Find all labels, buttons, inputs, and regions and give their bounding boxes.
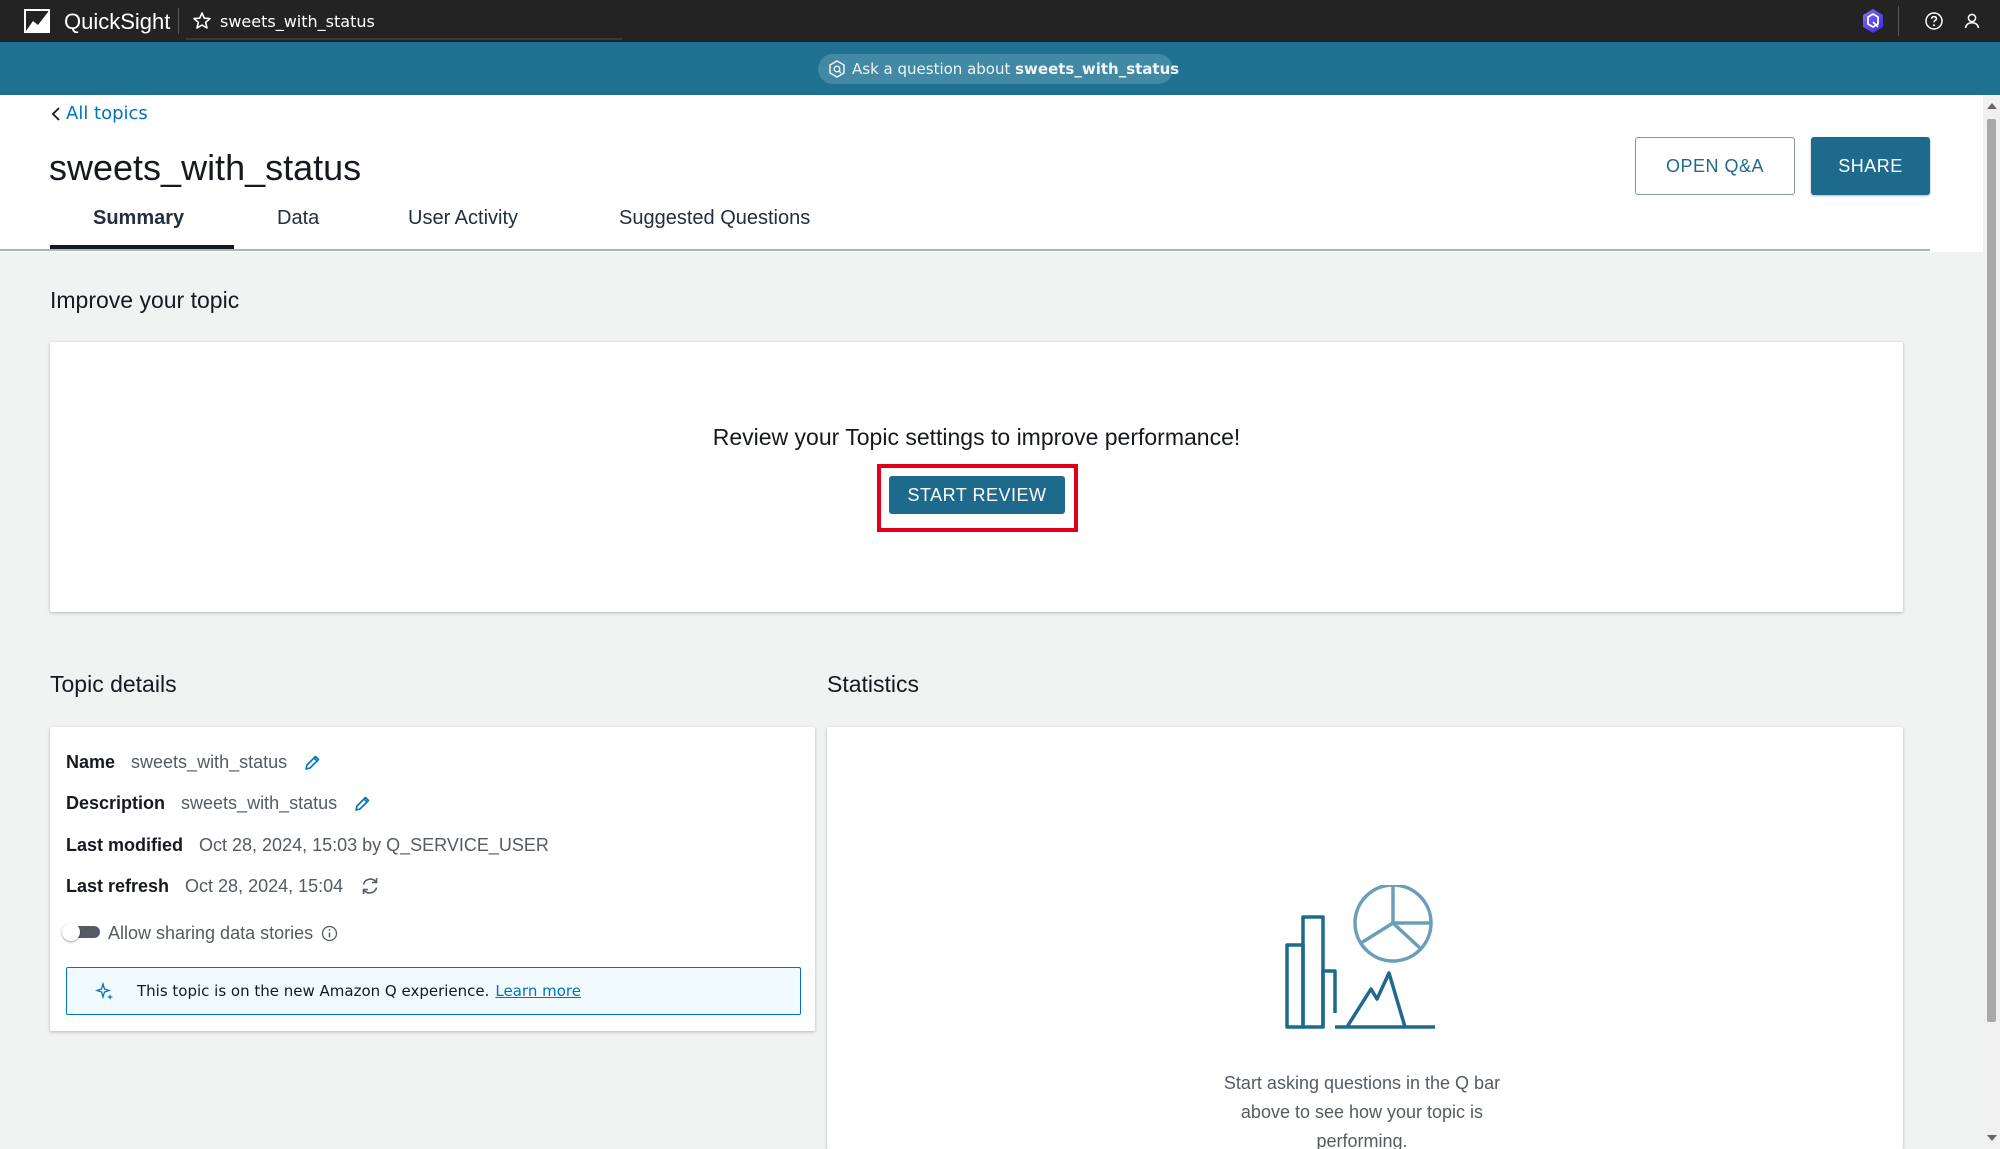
info-banner-text: This topic is on the new Amazon Q experi…: [137, 982, 581, 1000]
tab-summary[interactable]: Summary: [93, 207, 184, 230]
name-value: sweets_with_status: [131, 752, 288, 772]
help-icon[interactable]: [1924, 11, 1944, 31]
improve-section-title: Improve your topic: [50, 287, 240, 313]
detail-modified-row: Last modified Oct 28, 2024, 15:03 by Q_S…: [66, 835, 549, 856]
topic-tab-underline: [186, 38, 622, 40]
allow-sharing-toggle[interactable]: [62, 923, 100, 941]
divider: [178, 8, 179, 34]
ask-question-topic: sweets_with_status: [1015, 60, 1180, 78]
detail-refresh-row: Last refresh Oct 28, 2024, 15:04: [66, 875, 381, 897]
sparkle-icon: [95, 982, 113, 1000]
divider: [1898, 6, 1899, 36]
all-topics-link[interactable]: All topics: [50, 103, 148, 124]
allow-sharing-label: Allow sharing data stories: [108, 923, 314, 943]
improve-topic-card: Review your Topic settings to improve pe…: [50, 342, 1903, 612]
last-modified-value: Oct 28, 2024, 15:03 by Q_SERVICE_USER: [199, 835, 549, 855]
ask-question-input[interactable]: Ask a question about sweets_with_status: [818, 54, 1179, 84]
page-title: sweets_with_status: [49, 147, 362, 188]
all-topics-label: All topics: [66, 103, 148, 124]
tab-suggested-questions[interactable]: Suggested Questions: [619, 207, 810, 230]
detail-name-row: Name sweets_with_status: [66, 752, 321, 773]
statistics-illustration: [1285, 885, 1435, 1029]
amazon-q-icon: [829, 60, 845, 78]
tabs-divider: [0, 249, 1930, 251]
q-bar: Ask a question about sweets_with_status: [0, 42, 2000, 95]
open-qa-button[interactable]: OPEN Q&A: [1635, 137, 1795, 195]
refresh-icon[interactable]: [359, 875, 381, 897]
star-icon[interactable]: [192, 11, 212, 31]
statistics-title: Statistics: [827, 671, 920, 697]
review-message: Review your Topic settings to improve pe…: [712, 424, 1241, 450]
learn-more-link[interactable]: Learn more: [495, 982, 581, 1000]
allow-sharing-row: Allow sharing data stories: [108, 923, 338, 944]
statistics-empty-text: Start asking questions in the Q bar abov…: [1223, 1073, 1501, 1149]
topic-details-title: Topic details: [50, 671, 177, 697]
topic-details-card: Name sweets_with_status Description swee…: [50, 727, 815, 1031]
statistics-card: Start asking questions in the Q bar abov…: [827, 727, 1903, 1149]
info-banner-message: This topic is on the new Amazon Q experi…: [137, 982, 490, 1000]
page-scrollbar[interactable]: [1983, 95, 2000, 1149]
topic-header: All topics sweets_with_status OPEN Q&A S…: [0, 95, 1983, 252]
active-tab-indicator: [50, 245, 234, 249]
last-modified-label: Last modified: [66, 835, 184, 855]
top-navigation-bar: QuickSight sweets_with_status: [0, 0, 2000, 42]
share-button[interactable]: SHARE: [1811, 137, 1930, 195]
info-icon[interactable]: [321, 925, 338, 942]
app-brand[interactable]: QuickSight: [64, 9, 170, 35]
description-value: sweets_with_status: [181, 793, 338, 813]
tab-user-activity[interactable]: User Activity: [408, 207, 518, 230]
scroll-up-arrow[interactable]: [1987, 103, 1997, 109]
scroll-thumb[interactable]: [1987, 119, 1996, 1022]
quicksight-logo-icon[interactable]: [24, 9, 50, 33]
name-label: Name: [66, 752, 116, 772]
amazon-q-icon[interactable]: [1860, 8, 1886, 34]
ask-question-text: Ask a question about sweets_with_status: [852, 60, 1179, 78]
amazon-q-info-banner: This topic is on the new Amazon Q experi…: [66, 967, 801, 1015]
tab-data[interactable]: Data: [277, 207, 319, 230]
last-refresh-label: Last refresh: [66, 875, 170, 896]
topic-tabs: Summary Data User Activity Suggested Que…: [50, 207, 1930, 252]
user-icon[interactable]: [1962, 11, 1982, 31]
open-topic-tab[interactable]: sweets_with_status: [220, 12, 375, 31]
pencil-icon[interactable]: [303, 754, 321, 772]
scroll-down-arrow[interactable]: [1987, 1135, 1997, 1141]
chevron-left-icon: [51, 106, 60, 121]
ask-question-prefix: Ask a question about: [852, 60, 1016, 78]
last-refresh-value: Oct 28, 2024, 15:04: [185, 875, 344, 896]
pencil-icon[interactable]: [353, 795, 371, 813]
detail-description-row: Description sweets_with_status: [66, 793, 371, 814]
toggle-knob: [62, 923, 80, 941]
description-label: Description: [66, 793, 166, 813]
start-review-button[interactable]: START REVIEW: [889, 476, 1065, 514]
